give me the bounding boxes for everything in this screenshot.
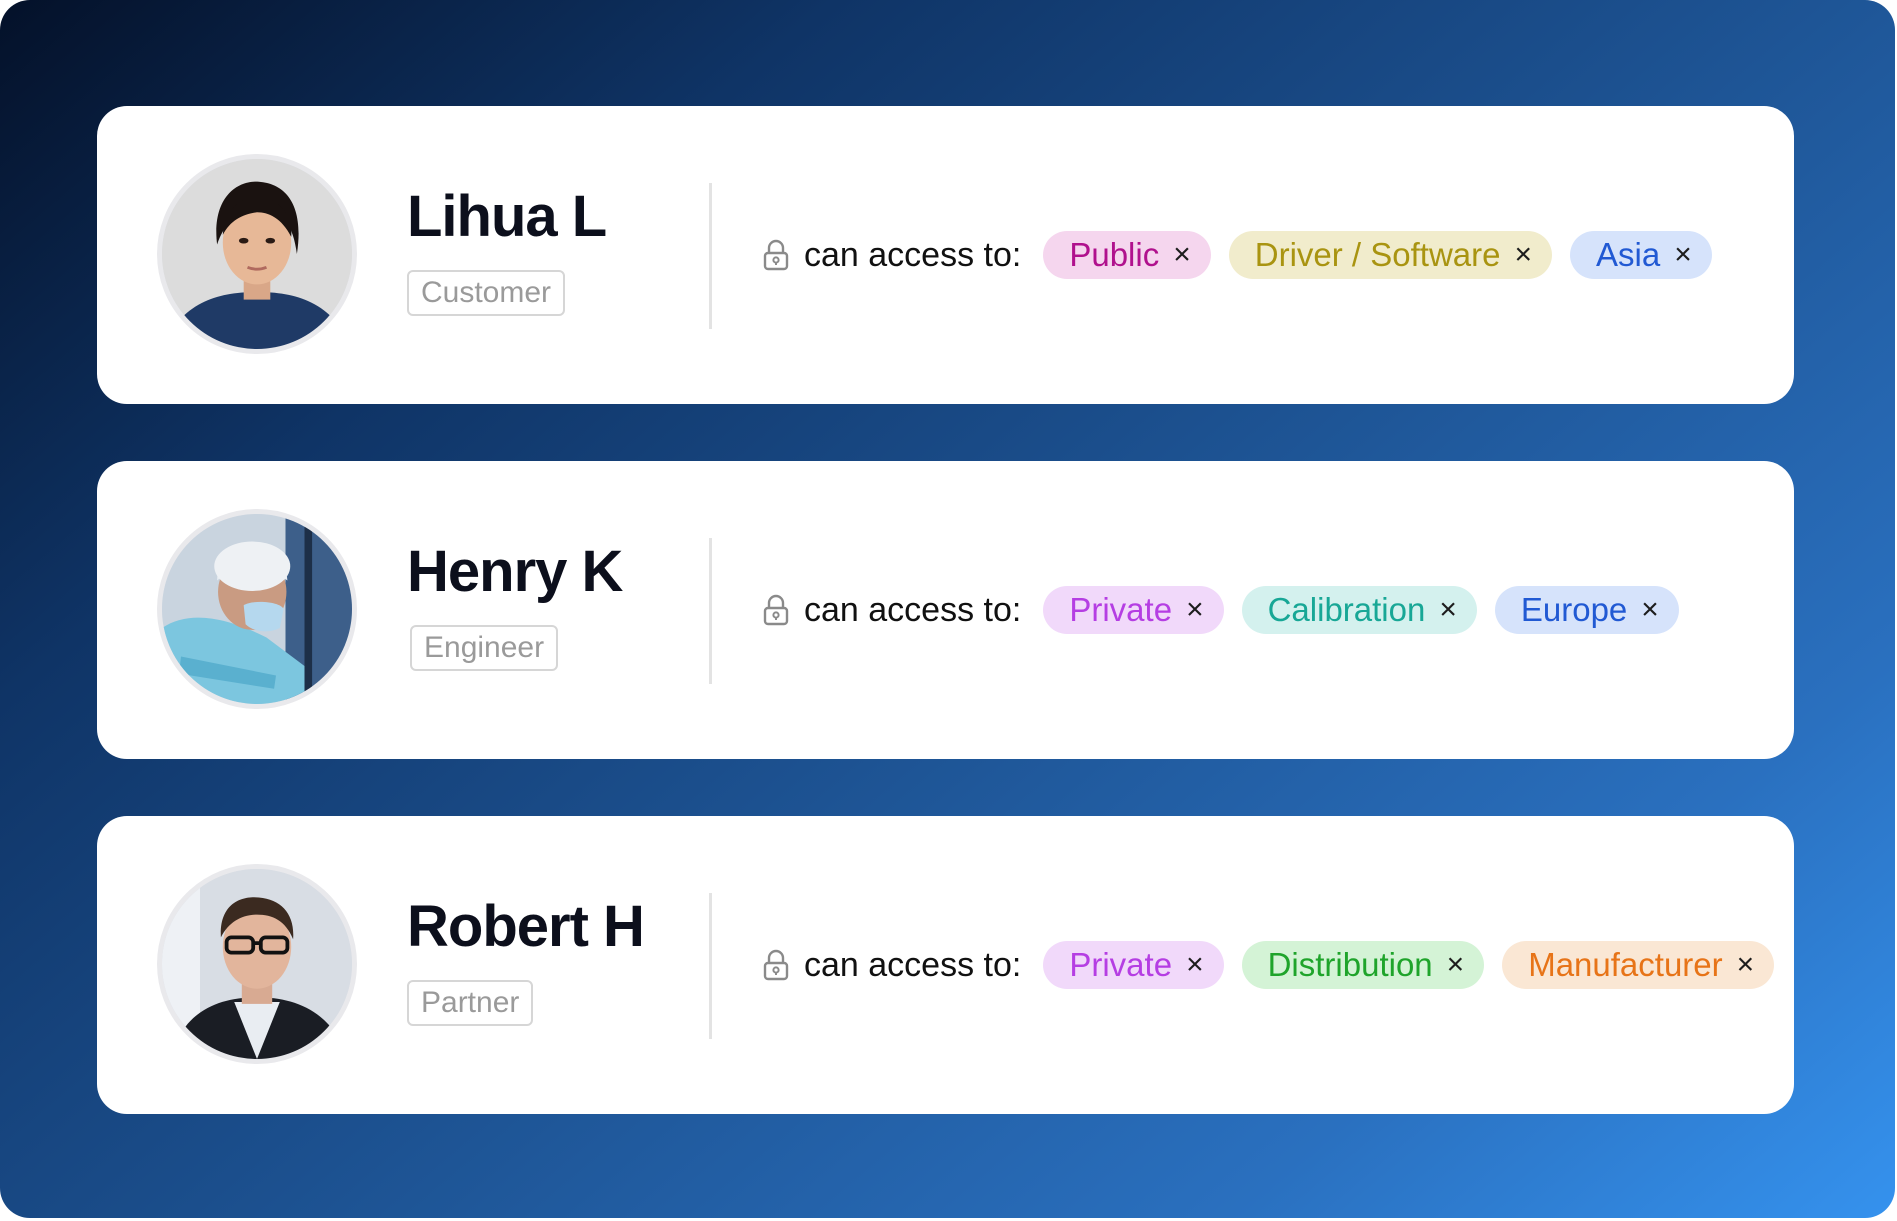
tag-public: Public × (1043, 231, 1211, 279)
access-row: can access to: Private × Calibration × E… (762, 586, 1697, 634)
tag-private: Private × (1043, 941, 1224, 989)
user-name: Robert H (407, 894, 645, 959)
user-card: Robert H Partner can access to: Private … (97, 816, 1794, 1114)
access-row: can access to: Private × Distribution × … (762, 941, 1792, 989)
remove-tag-icon[interactable]: × (1186, 595, 1204, 625)
access-label: can access to: (804, 945, 1022, 984)
avatar (157, 154, 357, 354)
remove-tag-icon[interactable]: × (1439, 595, 1457, 625)
tag-label: Europe (1520, 591, 1628, 628)
user-name: Henry K (407, 539, 623, 604)
tag-label: Calibration (1267, 591, 1426, 628)
remove-tag-icon[interactable]: × (1186, 950, 1204, 980)
tag-label: Private (1069, 946, 1173, 983)
divider (709, 893, 712, 1039)
remove-tag-icon[interactable]: × (1737, 950, 1755, 980)
tag-distribution: Distribution × (1241, 941, 1485, 989)
remove-tag-icon[interactable]: × (1515, 240, 1533, 270)
tag-private: Private × (1043, 586, 1224, 634)
user-card: Henry K Engineer can access to: Private … (97, 461, 1794, 759)
access-label: can access to: (804, 235, 1022, 274)
remove-tag-icon[interactable]: × (1173, 240, 1191, 270)
tag-manufacturer: Manufacturer × (1502, 941, 1775, 989)
avatar (157, 509, 357, 709)
access-row: can access to: Public × Driver / Softwar… (762, 231, 1730, 279)
role-badge: Engineer (410, 625, 559, 671)
remove-tag-icon[interactable]: × (1447, 950, 1465, 980)
role-badge: Partner (407, 980, 534, 1026)
tag-europe: Europe × (1494, 586, 1679, 634)
remove-tag-icon[interactable]: × (1674, 240, 1692, 270)
tag-label: Manufacturer (1528, 946, 1723, 983)
divider (709, 538, 712, 684)
background-frame: Lihua L Customer can access to: Public ×… (0, 0, 1895, 1218)
lock-icon (763, 949, 789, 981)
tag-asia: Asia × (1570, 231, 1712, 279)
tag-label: Private (1069, 591, 1173, 628)
access-label: can access to: (804, 590, 1022, 629)
lock-icon (763, 239, 789, 271)
remove-tag-icon[interactable]: × (1641, 595, 1659, 625)
role-badge: Customer (407, 270, 566, 316)
tag-label: Driver / Software (1254, 236, 1501, 273)
user-name: Lihua L (407, 184, 607, 249)
user-card: Lihua L Customer can access to: Public ×… (97, 106, 1794, 404)
divider (709, 183, 712, 329)
tag-label: Public (1069, 236, 1160, 273)
avatar (157, 864, 357, 1064)
tag-driver-software: Driver / Software × (1228, 231, 1553, 279)
lock-icon (763, 594, 789, 626)
tag-label: Asia (1596, 236, 1661, 273)
tag-label: Distribution (1267, 946, 1433, 983)
tag-calibration: Calibration × (1241, 586, 1477, 634)
